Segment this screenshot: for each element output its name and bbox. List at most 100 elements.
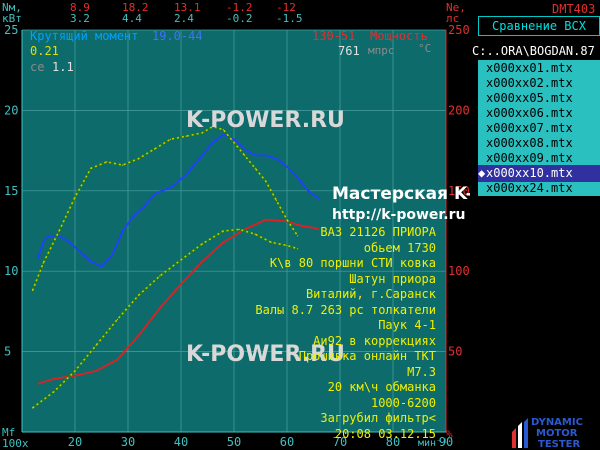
x-prefix-label: 100x — [2, 437, 29, 450]
data-point — [106, 161, 108, 163]
data-point — [111, 254, 113, 256]
data-point — [254, 167, 256, 169]
left-tick-label: 10 — [4, 264, 18, 278]
data-point — [244, 228, 246, 230]
data-point — [42, 241, 44, 243]
data-point — [286, 244, 288, 247]
data-point — [286, 219, 288, 221]
data-point — [180, 283, 182, 285]
data-point — [254, 154, 256, 157]
data-point — [116, 359, 118, 361]
right-tick-label: 50 — [448, 345, 462, 359]
data-point — [201, 243, 203, 245]
file-mark-icon — [478, 180, 486, 197]
data-point — [69, 241, 71, 243]
file-name: x000xx01.mtx — [486, 61, 573, 75]
data-point — [254, 233, 256, 235]
data-point — [297, 235, 299, 237]
data-point — [132, 215, 134, 218]
data-point — [53, 378, 55, 380]
data-point — [159, 307, 161, 309]
note-line: Виталий, г.Саранск — [305, 287, 436, 301]
readout-bottom-4: -1.5 — [276, 12, 303, 25]
data-point — [74, 375, 76, 377]
torque-legend-range: 19.0-44 — [152, 29, 203, 43]
right-tick-label: 200 — [448, 103, 470, 117]
data-point — [307, 190, 309, 192]
x-tick-label: 30 — [121, 435, 135, 449]
x-tick-label: 50 — [227, 435, 241, 449]
note-line: Шатун приора — [349, 271, 436, 286]
data-point — [37, 257, 39, 259]
note-line: 20 км\ч обманка — [327, 380, 436, 394]
data-point — [169, 138, 171, 140]
note-line: K\в 80 поршни СТИ ковка — [269, 256, 436, 270]
file-item[interactable]: x000xx24.mtx — [478, 180, 600, 197]
note-line: Прошивка онлайн ТКТ — [298, 349, 436, 363]
logo-line-1: DYNAMIC — [531, 417, 583, 428]
data-point — [222, 241, 224, 243]
data-point — [275, 158, 277, 160]
data-point — [318, 228, 320, 230]
note-line: M7.3 — [407, 364, 436, 379]
x-tick-label: 40 — [174, 435, 188, 449]
data-point — [270, 241, 272, 243]
data-point — [318, 198, 320, 200]
data-point — [244, 154, 246, 157]
pct-label: % — [446, 428, 453, 441]
x-tick-label: 20 — [68, 435, 82, 449]
data-point — [153, 148, 156, 150]
data-point — [138, 158, 140, 160]
data-point — [185, 135, 187, 137]
left-tick-label: 15 — [4, 184, 18, 198]
data-point — [138, 334, 140, 337]
data-point — [297, 248, 299, 250]
url-watermark: http://k-power.ru — [332, 207, 466, 223]
data-point — [47, 235, 50, 237]
data-point — [95, 344, 97, 346]
note-line: обьем 1730 — [363, 240, 436, 255]
data-point — [201, 154, 203, 157]
data-point — [233, 138, 235, 140]
watermark-top: K-POWER.RU — [186, 108, 345, 133]
file-name: x000xx07.mtx — [486, 121, 573, 135]
rpm-unit: мпрс — [368, 44, 395, 57]
data-point — [265, 180, 267, 182]
file-name: x000xx02.mtx — [486, 76, 573, 90]
deg-unit: °C — [418, 42, 432, 55]
data-point — [79, 251, 81, 253]
data-point — [53, 391, 55, 393]
data-point — [74, 370, 76, 372]
data-point — [302, 225, 304, 227]
data-point — [58, 235, 60, 237]
data-point — [138, 294, 140, 296]
data-point — [222, 133, 224, 136]
file-list[interactable]: x000xx01.mtx x000xx02.mtx x000xx05.mtx x… — [478, 60, 600, 196]
data-point — [297, 177, 299, 179]
note-line: ВАЗ 21126 ПРИОРА — [320, 225, 436, 239]
power-legend-range: 130-51 — [312, 29, 356, 43]
data-point — [185, 174, 187, 176]
data-point — [153, 193, 156, 195]
data-point — [275, 199, 277, 202]
compare-button[interactable]: Сравнение ВСХ — [478, 16, 600, 36]
data-point — [180, 259, 182, 261]
data-point — [244, 148, 246, 150]
right-tick-label: 100 — [448, 264, 470, 278]
note-line: Валы 8.7 263 рс толкатели — [255, 302, 436, 317]
left-tick-label: 5 — [4, 345, 11, 359]
torque-legend-label: Крутящий момент — [30, 29, 139, 43]
data-point — [169, 186, 171, 189]
left-units-bottom: кВт — [2, 12, 22, 25]
file-name: x000xx08.mtx — [486, 136, 573, 150]
x-tick-label: 60 — [280, 435, 294, 449]
data-point — [58, 230, 60, 232]
power-legend-label: Мощность — [370, 29, 428, 43]
data-point — [212, 141, 214, 144]
logo-line-2: MOTOR — [536, 428, 578, 439]
data-point — [90, 167, 92, 169]
note-line: 1000-6200 — [370, 395, 436, 410]
x-unit-label: мин⁻¹ — [418, 438, 449, 449]
right-units-bottom: лс — [446, 12, 460, 25]
data-point — [201, 260, 203, 263]
